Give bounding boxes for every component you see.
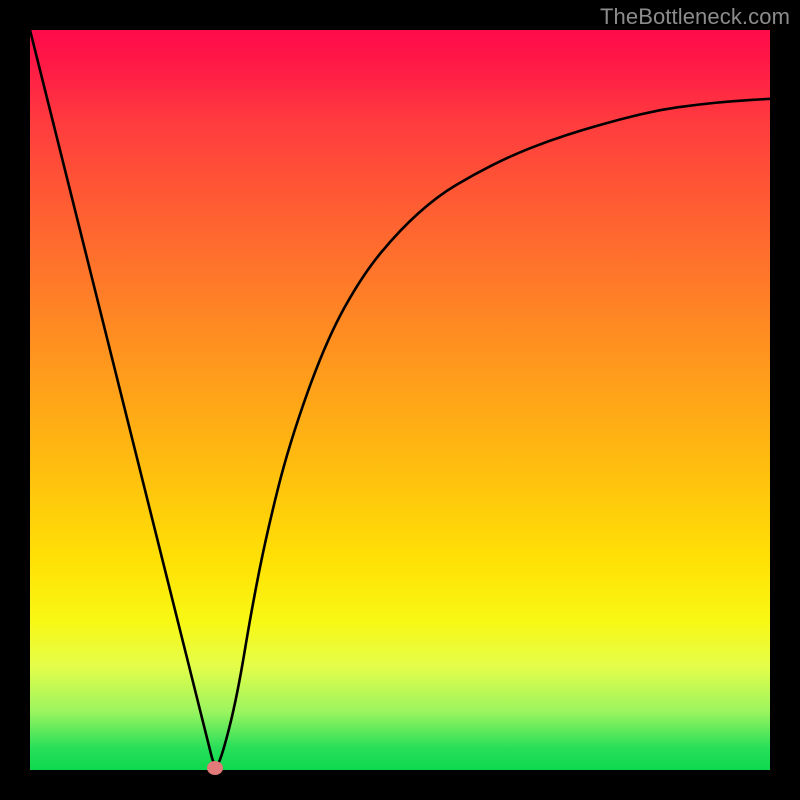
minimum-marker — [207, 761, 223, 775]
watermark-text: TheBottleneck.com — [600, 4, 790, 30]
curve-path — [30, 30, 770, 765]
bottleneck-curve — [30, 30, 770, 770]
chart-frame: TheBottleneck.com — [0, 0, 800, 800]
plot-area — [30, 30, 770, 770]
